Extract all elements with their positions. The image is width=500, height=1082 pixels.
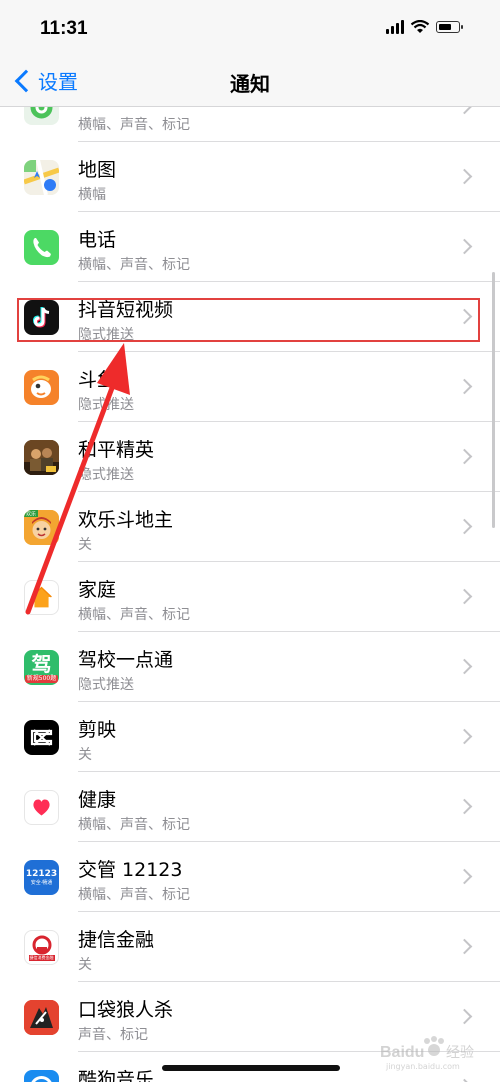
notification-style: 隐式推送 [78,467,134,483]
phone-icon [24,230,59,265]
navigation-bar: 设置 通知 [0,56,500,107]
notification-app-list[interactable]: 横幅、声音、标记 地图 横幅 电话 横幅、声音、标记 抖音短视频 隐式推送 斗鱼… [0,107,500,1082]
list-item[interactable]: 斗鱼 隐式推送 [0,352,500,422]
notification-style: 关 [78,537,92,553]
chevron-right-icon [456,378,473,395]
home-icon [24,580,59,615]
app-name: 电话 [78,229,117,251]
app-name: 欢乐斗地主 [78,509,174,531]
app-name: 口袋狼人杀 [78,999,174,1021]
chevron-right-icon [456,798,473,815]
battery-icon [436,21,463,33]
status-icons [386,20,463,34]
watermark-brand: Baidu [380,1044,424,1061]
notification-style: 隐式推送 [78,397,134,413]
notification-style: 横幅 [78,187,106,203]
icon-caption: 安全·畅通 [30,879,53,886]
maps-icon [24,160,59,195]
notification-style: 隐式推送 [78,677,134,693]
app-name: 交管 12123 [78,859,183,881]
chevron-right-icon [456,518,473,535]
app-name: 家庭 [78,579,117,601]
capcut-icon [24,720,59,755]
chevron-right-icon [456,868,473,885]
list-item[interactable]: 健康 横幅、声音、标记 [0,772,500,842]
status-bar: 11:31 [0,0,500,56]
app-name: 剪映 [78,719,117,741]
notification-style: 横幅、声音、标记 [78,257,190,273]
app-name: 驾校一点通 [78,649,174,671]
list-item[interactable]: 电话 横幅、声音、标记 [0,212,500,282]
list-item[interactable]: 家庭 横幅、声音、标记 [0,562,500,632]
werewolf-icon [24,1000,59,1035]
app-name: 和平精英 [78,439,155,461]
app-name: 健康 [78,789,117,811]
chevron-right-icon [456,1008,473,1025]
app-name: 斗鱼 [78,369,117,391]
notification-style: 横幅、声音、标记 [78,607,190,623]
douyu-icon [24,370,59,405]
cellular-signal-icon [386,20,404,34]
icon-glyph: 驾 [31,651,52,676]
traffic-icon: 12123 安全·畅通 [24,860,59,895]
kugou-icon [24,1070,59,1082]
app-name: 捷信金融 [78,929,155,951]
watermark-url: jingyan.baidu.com [385,1062,460,1071]
card-game-icon: 欢乐 [24,510,59,545]
status-time: 11:31 [40,18,88,39]
chevron-right-icon [456,658,473,675]
list-item[interactable]: 12123 安全·畅通 交管 12123 横幅、声音、标记 [0,842,500,912]
list-item[interactable]: 捷信消费金融 捷信金融 关 [0,912,500,982]
icon-caption: 捷信消费金融 [28,954,55,961]
game-icon [24,440,59,475]
list-item[interactable]: 欢乐 欢乐斗地主 关 [0,492,500,562]
list-item[interactable]: 剪映 关 [0,702,500,772]
highlight-box [17,298,480,342]
notification-style: 横幅、声音、标记 [78,817,190,833]
chevron-right-icon [456,107,473,115]
driving-school-icon: 驾 新规500题 [24,650,59,685]
chevron-right-icon [456,588,473,605]
list-item[interactable]: 地图 横幅 [0,142,500,212]
baidu-watermark: Baidu 经验 jingyan.baidu.com [380,1036,474,1071]
badge-text: 欢乐 [26,511,36,518]
chevron-right-icon [456,938,473,955]
notification-style: 关 [78,747,92,763]
home-indicator [162,1065,340,1071]
notification-style: 声音、标记 [78,1027,148,1043]
notification-style: 横幅、声音、标记 [78,887,190,903]
chevron-right-icon [456,238,473,255]
notification-style: 关 [78,957,92,973]
finance-icon: 捷信消费金融 [24,930,59,965]
icon-glyph: 12123 [25,868,58,879]
page-title: 通知 [230,72,270,96]
wifi-icon [410,20,430,33]
chevron-right-icon [456,448,473,465]
health-icon [24,790,59,825]
find-my-icon [24,107,59,125]
badge-text: 新规500题 [24,674,59,683]
list-item[interactable]: 和平精英 隐式推送 [0,422,500,492]
app-name: 地图 [78,159,117,181]
scroll-indicator [492,272,495,528]
chevron-right-icon [456,728,473,745]
watermark-brand-cn: 经验 [446,1045,474,1061]
notification-style: 横幅、声音、标记 [78,117,190,133]
list-item[interactable]: 横幅、声音、标记 [0,107,500,142]
list-item[interactable]: 驾 新规500题 驾校一点通 隐式推送 [0,632,500,702]
app-name: 酷狗音乐 [78,1069,155,1082]
chevron-right-icon [456,168,473,185]
